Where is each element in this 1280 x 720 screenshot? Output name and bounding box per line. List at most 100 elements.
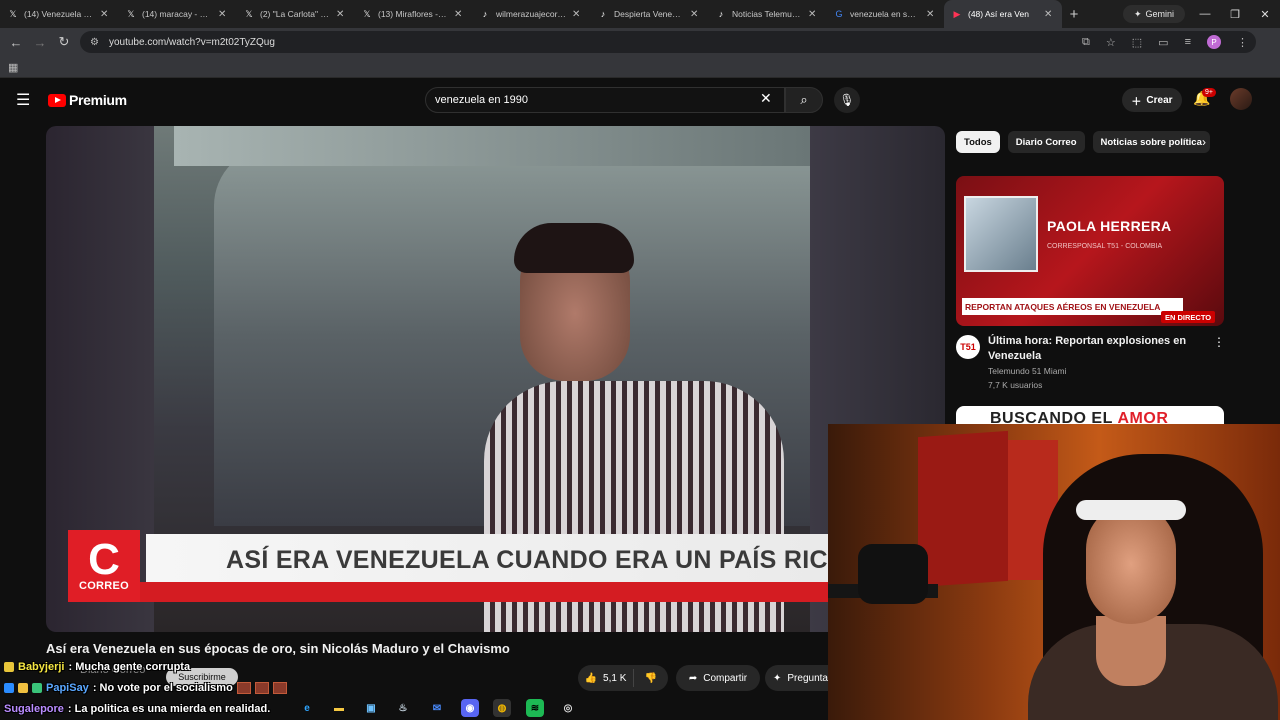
account-avatar[interactable] [1230, 88, 1252, 110]
close-tab-icon[interactable]: ✕ [336, 9, 346, 20]
close-tab-icon[interactable]: ✕ [808, 9, 818, 20]
close-window-icon[interactable]: ✕ [1250, 0, 1280, 28]
obs-icon[interactable]: ◎ [559, 699, 577, 717]
bookmark-star-icon[interactable]: ☆ [1106, 36, 1116, 49]
recommendation-thumbnail[interactable]: PAOLA HERRERA CORRESPONSAL T51 - COLOMBI… [956, 176, 1224, 326]
browser-tab[interactable]: ♪ Despierta Venezuel ✕ [590, 0, 708, 28]
chat-text: : Mucha gente corrupta [68, 661, 191, 673]
edge-icon[interactable]: e [298, 699, 316, 717]
install-app-icon[interactable]: ⧉ [1082, 36, 1090, 49]
phone-image [964, 196, 1038, 272]
clear-search-icon[interactable]: ✕ [760, 90, 772, 107]
channel-avatar[interactable]: T51 [956, 335, 980, 359]
recommendation-title[interactable]: Última hora: Reportan explosiones en Ven… [988, 334, 1188, 364]
tiktok-icon: ♪ [718, 9, 724, 19]
close-tab-icon[interactable]: ✕ [100, 9, 110, 20]
chip-diario-correo[interactable]: Diario Correo [1007, 131, 1085, 153]
browser-tab[interactable]: 𝕏 (2) "La Carlota" - Se ✕ [236, 0, 354, 28]
forward-icon[interactable]: → [28, 30, 52, 54]
filter-chips: Todos Diario Correo Noticias sobre polít… [956, 131, 1210, 153]
voice-search-button[interactable]: 🎙 [834, 87, 860, 113]
microphone-icon: 🎙 [839, 93, 855, 107]
browser-menu-icon[interactable]: ⋮ [1237, 36, 1248, 49]
reload-icon[interactable]: ↻ [52, 30, 76, 54]
url-bar[interactable]: ⚙ youtube.com/watch?v=m2t02TyZQug ⧉ ☆ ⬚ … [80, 31, 1256, 53]
gemini-button[interactable]: ✦ Gemini [1123, 5, 1185, 23]
windows-taskbar: e ▬ ▣ ♨ ✉ ◉ ◍ ≋ ◎ [0, 697, 828, 720]
news-lower-third: C CORREO ASÍ ERA VENEZUELA CUANDO ERA UN… [68, 526, 945, 612]
file-explorer-icon[interactable]: ▬ [330, 699, 348, 717]
chat-username: PapiSay [46, 682, 89, 694]
google-icon: G [835, 9, 843, 19]
browser-tab-bar: 𝕏 (14) Venezuela - Sear ✕ 𝕏 (14) maracay - S… [0, 0, 1280, 28]
back-icon[interactable]: ← [4, 30, 28, 54]
profile-avatar[interactable]: P [1207, 35, 1221, 49]
create-button[interactable]: ＋ Crear [1122, 88, 1182, 112]
close-tab-icon[interactable]: ✕ [454, 9, 464, 20]
close-tab-icon[interactable]: ✕ [926, 9, 936, 20]
tab-title: (2) "La Carlota" - Se [260, 9, 330, 19]
new-tab-icon[interactable]: + [1062, 6, 1086, 23]
emote-icon [272, 682, 287, 694]
close-tab-icon[interactable]: ✕ [572, 9, 582, 20]
badge-icon [18, 683, 28, 693]
spotify-icon[interactable]: ≋ [526, 699, 544, 717]
chip-todos[interactable]: Todos [956, 131, 1000, 153]
search-input[interactable]: venezuela en 1990 [425, 87, 785, 113]
youtube-premium-logo[interactable]: Premium [48, 92, 127, 108]
chrome-icon[interactable]: ◍ [493, 699, 511, 717]
close-tab-icon[interactable]: ✕ [218, 9, 228, 20]
tab-title: Despierta Venezuel [614, 9, 684, 19]
chevron-right-icon[interactable]: › [1202, 135, 1206, 149]
close-tab-icon[interactable]: ✕ [690, 9, 700, 20]
x-logo-icon: 𝕏 [245, 9, 253, 19]
tab-title: (13) Miraflores - Se [378, 9, 448, 19]
browser-tab[interactable]: ♪ Noticias Telemundo ✕ [708, 0, 826, 28]
tab-title: (14) Venezuela - Sear [24, 9, 94, 19]
browser-tab[interactable]: ♪ wilmerazuajecorder ✕ [472, 0, 590, 28]
restore-icon[interactable]: ❐ [1220, 0, 1250, 28]
minimize-icon[interactable]: — [1190, 0, 1220, 28]
url-text: youtube.com/watch?v=m2t02TyZQug [108, 36, 275, 48]
tab-title: Noticias Telemundo [732, 9, 802, 19]
site-info-icon[interactable]: ⚙ [90, 37, 99, 48]
reading-list-icon[interactable]: ≡ [1185, 36, 1191, 48]
mail-icon[interactable]: ✉ [428, 699, 446, 717]
extensions-icon[interactable]: ⬚ [1132, 36, 1142, 49]
chip-politica[interactable]: Noticias sobre política [1092, 131, 1210, 153]
emote-icon [236, 682, 251, 694]
chat-message: Babyjerji : Mucha gente corrupta [4, 658, 190, 676]
badge-icon [4, 683, 14, 693]
browser-tab[interactable]: 𝕏 (13) Miraflores - Se ✕ [354, 0, 472, 28]
browser-tab[interactable]: ▶ (48) Así era Ven ✕ [944, 0, 1062, 28]
browser-tab[interactable]: 𝕏 (14) maracay - Sear ✕ [118, 0, 236, 28]
correo-logo: C CORREO [68, 530, 140, 602]
close-tab-icon[interactable]: ✕ [1044, 9, 1054, 20]
apps-grid-icon[interactable]: ▦ [8, 61, 20, 74]
gemini-label: Gemini [1145, 9, 1175, 19]
hamburger-menu-icon[interactable]: ☰ [16, 90, 30, 110]
discord-icon[interactable]: ◉ [461, 699, 479, 717]
streamer-webcam [828, 424, 1280, 720]
create-label: Crear [1146, 94, 1173, 106]
chat-username: Babyjerji [18, 661, 65, 673]
recommendation-viewers: 7,7 K usuarios [988, 380, 1043, 390]
browser-tab[interactable]: 𝕏 (14) Venezuela - Sear ✕ [0, 0, 118, 28]
store-icon[interactable]: ▣ [362, 699, 380, 717]
recommendation-channel[interactable]: Telemundo 51 Miami [988, 366, 1066, 376]
video-title: Así era Venezuela en sus épocas de oro, … [46, 641, 510, 656]
recommendation-thumbnail-2[interactable]: BUSCANDO EL AMOR [956, 406, 1224, 426]
sparkle-icon: ✦ [1133, 8, 1142, 19]
youtube-play-icon [48, 93, 66, 107]
subscriber-badge-icon [4, 662, 14, 672]
youtube-icon: ▶ [953, 9, 961, 19]
video-player[interactable]: C CORREO ASÍ ERA VENEZUELA CUANDO ERA UN… [46, 126, 945, 632]
live-badge: EN DIRECTO [1161, 311, 1216, 323]
search-button[interactable]: ⌕ [785, 87, 823, 113]
browser-tab[interactable]: Gvenezuela en su m ✕ [826, 0, 944, 28]
more-options-icon[interactable]: ⋮ [1213, 335, 1225, 349]
steam-icon[interactable]: ♨ [394, 699, 412, 717]
thumb-reporter-role: CORRESPONSAL T51 - COLOMBIA [1047, 243, 1163, 250]
tab-title: (14) maracay - Sear [142, 9, 212, 19]
side-panel-icon[interactable]: ▭ [1158, 36, 1168, 49]
